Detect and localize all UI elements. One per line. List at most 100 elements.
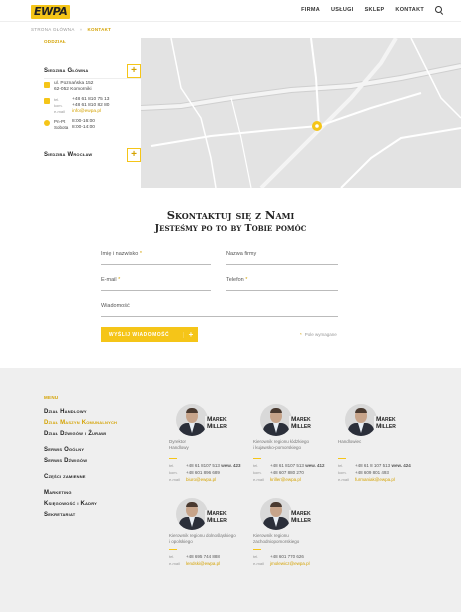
submit-button[interactable]: Wyślij wiadomość + <box>101 327 198 342</box>
person-contact: tel. +48 61 8107 513 wew. 423 kom. +48 601… <box>169 463 241 482</box>
person-contact: tel. +48 695 744 888 e-mail lendski@ewpa.p… <box>169 554 221 566</box>
location-pin-icon <box>44 82 50 88</box>
menu-item-ksiegowosc[interactable]: Księgowość i Kadry <box>44 501 97 507</box>
clock-icon <box>44 120 50 126</box>
person-role: Dyrektor Handlowy <box>169 439 189 450</box>
avatar <box>345 404 377 436</box>
person-tel[interactable]: +48 601 770 626 <box>270 554 304 559</box>
footer: Menu Dział Handlowy Dział Maszyn Komunal… <box>0 368 461 612</box>
menu-item-dzwigi-zurawie[interactable]: Dział Dźwigów i Żurawi <box>44 431 106 437</box>
nav-sklep[interactable]: Sklep <box>365 7 385 13</box>
nav-uslugi[interactable]: Usługi <box>331 7 354 13</box>
search-icon[interactable] <box>435 6 443 14</box>
person-email[interactable]: biuro@ewpa.pl <box>186 477 216 482</box>
nav-firma[interactable]: Firma <box>301 7 320 13</box>
person-role: Kierownik regionu łódzkiego i kujawsko-po… <box>253 439 310 450</box>
hours-label-saturday: Sobota <box>54 125 69 130</box>
person-tel[interactable]: +48 61 8107 513 <box>270 463 304 468</box>
footer-menu-heading: Menu <box>44 395 59 400</box>
divider <box>338 458 346 459</box>
person-email[interactable]: furmaniak@ewpa.pl <box>355 477 395 482</box>
logo[interactable]: EWPA <box>31 4 83 19</box>
contact-form-section: Skontaktuj się z Nami Jesteśmy po to by … <box>0 188 461 368</box>
phone-field-label: Telefon <box>226 277 244 283</box>
person-contact: tel. +48 61 8 107 513 wew. 424 kom. +48 60… <box>338 463 411 482</box>
hours-saturday: 8:00-14:00 <box>72 125 95 130</box>
message-field-label: Wiadomość <box>101 303 130 309</box>
name-field[interactable]: Imię i nazwisko * <box>101 251 211 265</box>
menu-item-sekretariat[interactable]: Sekretariat <box>44 512 75 518</box>
office-main-toggle[interactable]: + <box>127 63 141 78</box>
person-email[interactable]: jmolewicz@ewpa.pl <box>270 561 310 566</box>
phone-field[interactable]: Telefon * <box>226 277 338 291</box>
avatar <box>260 404 292 436</box>
map[interactable] <box>141 38 461 188</box>
person-email[interactable]: kriller@ewpa.pl <box>270 477 301 482</box>
menu-item-serwis-dzwigow[interactable]: Serwis Dźwigów <box>44 458 87 464</box>
logo-text: EWPA <box>31 4 71 19</box>
submit-button-label: Wyślij wiadomość <box>101 331 184 338</box>
avatar <box>176 404 208 436</box>
offices-heading: Oddział <box>44 39 67 44</box>
person-tel[interactable]: +48 695 744 888 <box>186 554 220 559</box>
company-field-label: Nazwa firmy <box>226 251 257 257</box>
form-subtitle: Jesteśmy po to by Tobie pomóc <box>154 223 307 234</box>
office-email[interactable]: info@ewpa.pl <box>72 109 101 115</box>
required-mark: * <box>300 332 302 337</box>
divider <box>169 458 177 459</box>
person-kom[interactable]: +48 609 801 493 <box>355 470 389 475</box>
person-role: Kierownik regionu zachodniopomorskiego <box>253 533 300 544</box>
nav-kontakt[interactable]: Kontakt <box>395 7 424 13</box>
email-label: e-mail <box>54 109 65 114</box>
person-role: Kierownik regionu dolnośląskiego i opolsk… <box>169 533 236 544</box>
person-email[interactable]: lendski@ewpa.pl <box>186 561 220 566</box>
menu-item-dzial-handlowy[interactable]: Dział Handlowy <box>44 409 87 415</box>
main-nav: Firma Usługi Sklep Kontakt <box>301 6 443 14</box>
person-kom[interactable]: +48 607 880 270 <box>270 470 304 475</box>
person-name: Marek Miller <box>205 416 227 430</box>
map-graphic <box>141 38 461 188</box>
person-kom[interactable]: +48 601 896 689 <box>186 470 220 475</box>
person-name: Marek Miller <box>205 510 227 524</box>
person-tel[interactable]: +48 61 8 107 513 <box>355 463 390 468</box>
office-wroclaw-name: Siedziba Wrocław <box>44 152 93 158</box>
offices-panel: Oddział Siedziba Główna + ul. Poznańska … <box>31 38 141 188</box>
office-main-details: ul. Poznańska 152 62-052 Komorniki tel. +… <box>44 81 141 135</box>
email-field[interactable]: E-mail * <box>101 277 211 291</box>
required-mark: * <box>139 251 142 257</box>
plus-icon: + <box>188 330 194 339</box>
menu-item-maszyny-komunalne[interactable]: Dział Maszyn Komunalnych <box>44 420 117 426</box>
menu-item-serwis-ogolny[interactable]: Serwis Ogólny <box>44 447 84 453</box>
menu-item-czesci-zamienne[interactable]: Części zamienne <box>44 474 86 480</box>
required-mark: * <box>245 277 248 283</box>
office-main-header[interactable]: Siedziba Główna + <box>44 63 141 79</box>
divider <box>253 549 261 550</box>
form-title: Skontaktuj się z Nami <box>166 208 295 222</box>
avatar <box>260 498 292 530</box>
menu-item-marketing[interactable]: Marketing <box>44 490 72 496</box>
person-contact: tel. +48 601 770 626 e-mail jmolewicz@ewpa… <box>253 554 310 566</box>
breadcrumb: Strona główna » Kontakt <box>31 27 111 32</box>
office-wroclaw-toggle[interactable]: + <box>127 148 141 162</box>
person-name: Marek Miller <box>289 416 311 430</box>
person-role: Handlowiec <box>338 439 362 444</box>
message-field[interactable]: Wiadomość <box>101 303 338 317</box>
divider <box>253 458 261 459</box>
name-field-label: Imię i nazwisko <box>101 251 139 257</box>
required-note: * Pole wymagane <box>300 332 337 337</box>
office-wroclaw-header[interactable]: Siedziba Wrocław + <box>44 147 141 163</box>
breadcrumb-current: Kontakt <box>87 27 112 32</box>
required-mark: * <box>118 277 121 283</box>
phone-icon <box>44 98 50 104</box>
required-note-text: Pole wymagane <box>304 332 337 337</box>
breadcrumb-separator: » <box>79 27 83 32</box>
person-contact: tel. +48 61 8107 513 wew. 412 kom. +48 607… <box>253 463 325 482</box>
office-main-name: Siedziba Główna <box>44 67 89 74</box>
avatar <box>176 498 208 530</box>
person-tel[interactable]: +48 61 8107 513 <box>186 463 220 468</box>
company-field[interactable]: Nazwa firmy <box>226 251 338 265</box>
site-header: EWPA Firma Usługi Sklep Kontakt <box>0 0 461 22</box>
divider <box>169 549 177 550</box>
breadcrumb-home[interactable]: Strona główna <box>31 27 75 32</box>
office-city: 62-052 Komorniki <box>54 87 92 92</box>
